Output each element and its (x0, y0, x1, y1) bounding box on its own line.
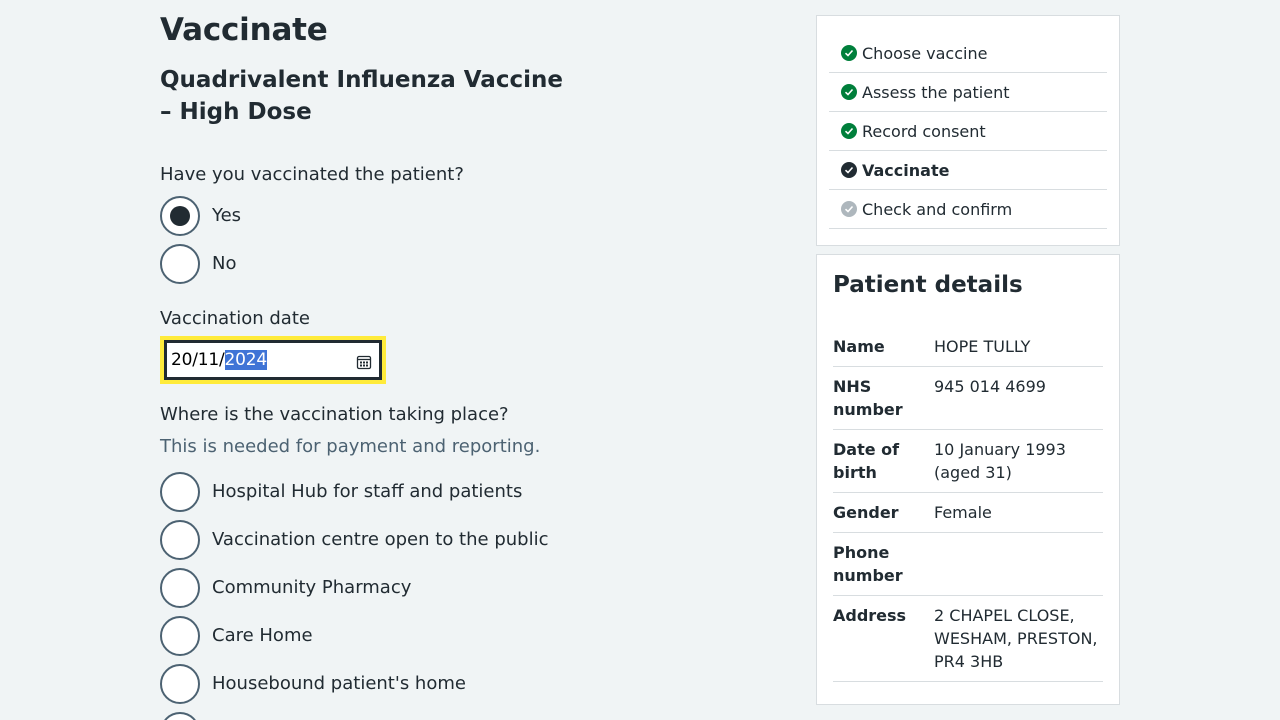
patient-summary-list: Name HOPE TULLY NHS number 945 014 4699 … (833, 327, 1103, 682)
location-hint: This is needed for payment and reporting… (160, 436, 541, 457)
vaccination-date-label: Vaccination date (160, 308, 310, 329)
radio-label-yes: Yes (212, 205, 242, 226)
check-circle-icon (841, 123, 857, 139)
radio-label: Hospital Hub for staff and patients (212, 481, 523, 502)
radio-housebound[interactable]: Housebound patient's home (160, 664, 466, 704)
radio-button-yes[interactable] (160, 196, 200, 236)
radio-vaccination-centre[interactable]: Vaccination centre open to the public (160, 520, 548, 560)
summary-key: Gender (833, 503, 899, 522)
summary-row-phone-number: Phone number (833, 533, 1103, 596)
summary-value: 945 014 4699 (934, 377, 1046, 396)
page-title: Vaccinate (160, 12, 328, 48)
check-circle-icon (841, 84, 857, 100)
patient-details-title: Patient details (833, 272, 1023, 298)
task-list-panel: Choose vaccine Assess the patient Record… (816, 15, 1120, 246)
vaccination-date-input[interactable]: 20/11/2024 (164, 340, 382, 380)
summary-row-address: Address 2 CHAPEL CLOSE, WESHAM, PRESTON,… (833, 596, 1103, 682)
task-label: Check and confirm (862, 199, 1013, 219)
radio-care-home[interactable]: Care Home (160, 616, 313, 656)
radio-label: Vaccination centre open to the public (212, 529, 549, 550)
task-item-check-confirm: Check and confirm (829, 190, 1107, 229)
task-label: Assess the patient (862, 82, 1010, 102)
calendar-icon[interactable] (356, 354, 372, 370)
summary-value: HOPE TULLY (934, 337, 1031, 356)
summary-row-nhs-number: NHS number 945 014 4699 (833, 367, 1103, 430)
radio-yes[interactable]: Yes (160, 196, 241, 236)
radio-button[interactable] (160, 568, 200, 608)
summary-key: Phone number (833, 543, 903, 585)
patient-details-panel: Patient details Name HOPE TULLY NHS numb… (816, 254, 1120, 705)
radio-button[interactable] (160, 664, 200, 704)
radio-button[interactable] (160, 712, 200, 720)
summary-row-gender: Gender Female (833, 493, 1103, 533)
location-question: Where is the vaccination taking place? (160, 404, 509, 425)
radio-label-no: No (212, 253, 237, 274)
date-value: 20/11/2024 (171, 350, 267, 370)
summary-row-name: Name HOPE TULLY (833, 327, 1103, 367)
vaccine-name: Quadrivalent Influenza Vaccine – High Do… (160, 67, 563, 125)
check-circle-icon (841, 162, 857, 178)
summary-value (934, 541, 1103, 587)
date-input-focus: 20/11/2024 (160, 336, 386, 384)
radio-label: Care Home (212, 625, 313, 646)
check-circle-icon (841, 45, 857, 61)
summary-value: Female (934, 503, 992, 522)
summary-value: 2 CHAPEL CLOSE, WESHAM, PRESTON, PR4 3HB (934, 606, 1098, 671)
radio-button[interactable] (160, 472, 200, 512)
check-circle-icon (841, 201, 857, 217)
summary-key: NHS number (833, 377, 903, 419)
radio-button-no[interactable] (160, 244, 200, 284)
task-item-assess-patient[interactable]: Assess the patient (829, 73, 1107, 112)
vaccinated-question: Have you vaccinated the patient? (160, 164, 464, 185)
task-label: Record consent (862, 121, 986, 141)
radio-hospital-hub[interactable]: Hospital Hub for staff and patients (160, 472, 522, 512)
summary-key: Name (833, 337, 885, 356)
summary-row-date-of-birth: Date of birth 10 January 1993 (aged 31) (833, 430, 1103, 493)
summary-key: Date of birth (833, 440, 900, 482)
task-item-record-consent[interactable]: Record consent (829, 112, 1107, 151)
radio-no[interactable]: No (160, 244, 236, 284)
task-label: Choose vaccine (862, 43, 988, 63)
task-item-choose-vaccine[interactable]: Choose vaccine (829, 34, 1107, 73)
radio-next-option[interactable] (160, 712, 200, 720)
radio-button[interactable] (160, 520, 200, 560)
task-item-vaccinate: Vaccinate (829, 151, 1107, 190)
date-selected-year: 2024 (224, 350, 267, 370)
radio-community-pharmacy[interactable]: Community Pharmacy (160, 568, 411, 608)
radio-label: Community Pharmacy (212, 577, 412, 598)
task-label: Vaccinate (862, 160, 950, 180)
radio-button[interactable] (160, 616, 200, 656)
summary-key: Address (833, 606, 907, 625)
radio-label: Housebound patient's home (212, 673, 466, 694)
summary-value: 10 January 1993 (aged 31) (934, 440, 1066, 482)
